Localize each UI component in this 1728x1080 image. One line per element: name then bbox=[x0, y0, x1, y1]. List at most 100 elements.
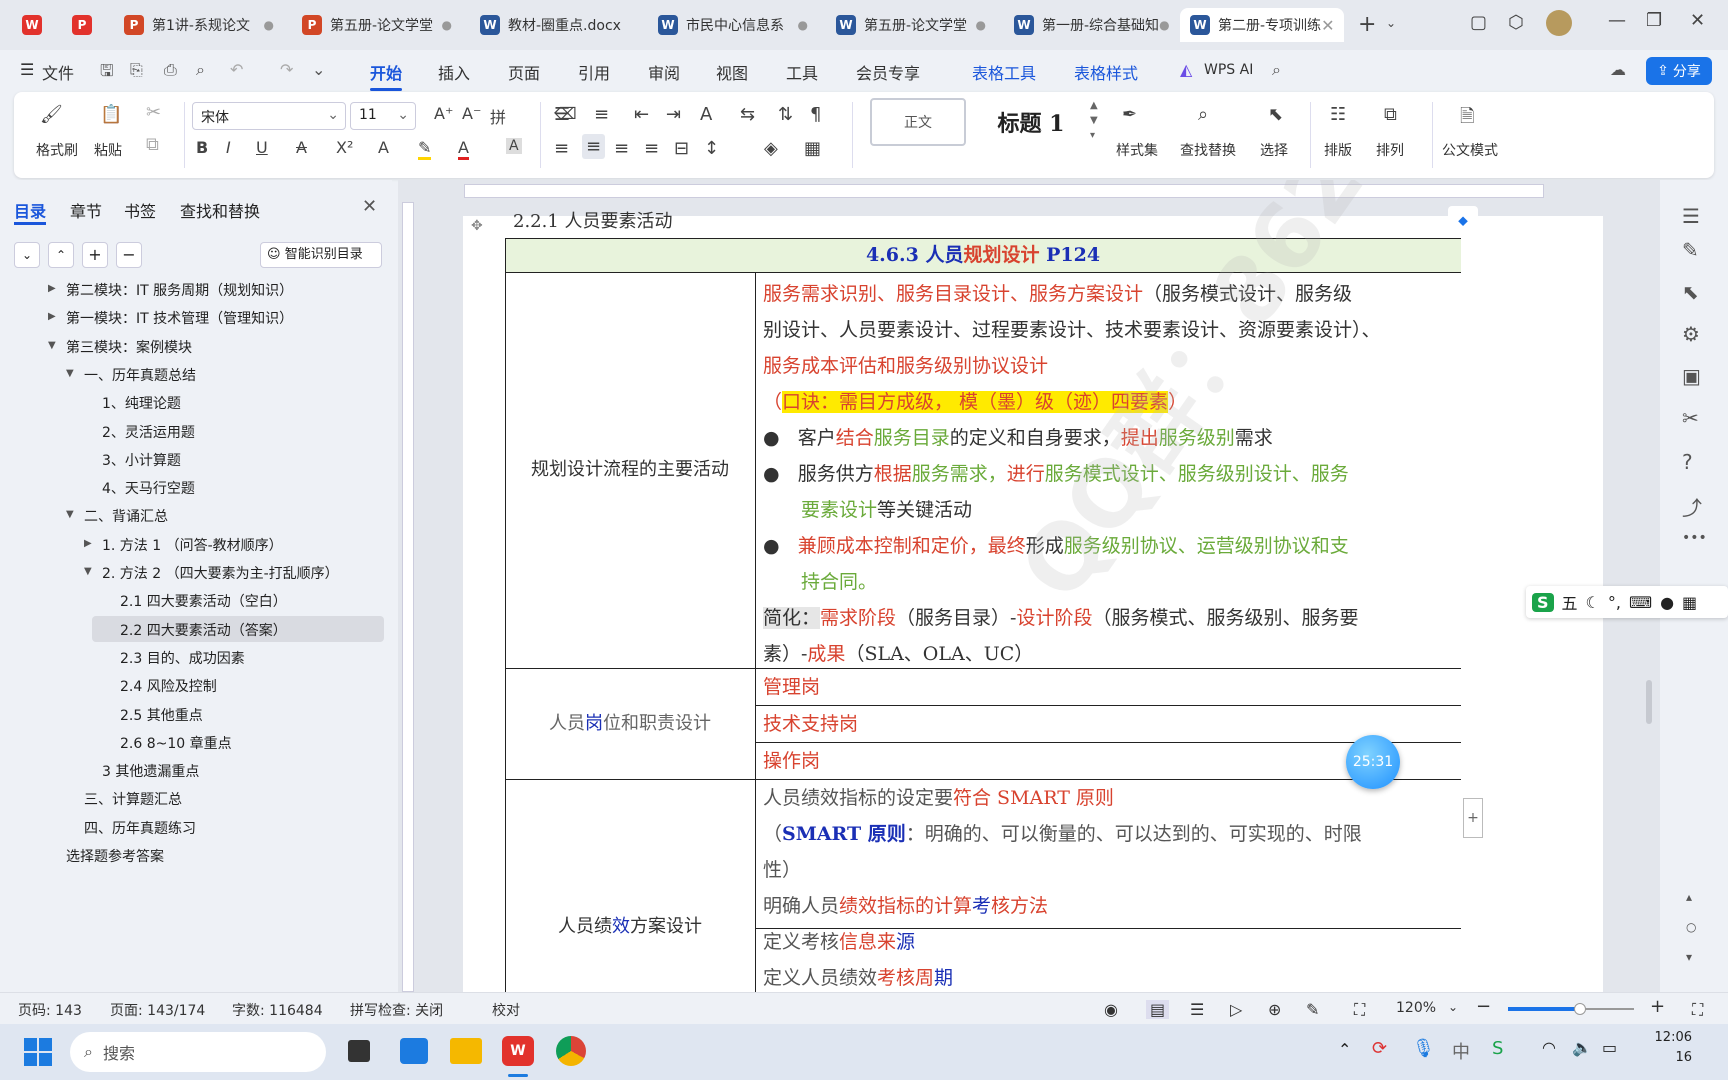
underline-icon[interactable]: U bbox=[256, 138, 268, 157]
file-explorer-icon[interactable] bbox=[450, 1038, 482, 1064]
help-icon[interactable]: ? bbox=[1682, 450, 1693, 474]
wps-taskbar-icon[interactable]: W bbox=[502, 1036, 534, 1066]
official-doc-icon[interactable]: 🗎 bbox=[1460, 104, 1474, 134]
style-heading1[interactable]: 标题 1 bbox=[976, 98, 1086, 146]
align-right-icon[interactable]: ≡ bbox=[614, 138, 629, 159]
collapse-arrow-icon[interactable]: ▶ bbox=[84, 538, 92, 549]
pointer-icon[interactable]: ⬉ bbox=[1682, 280, 1699, 304]
pen-icon[interactable]: ✎ bbox=[1306, 1000, 1319, 1019]
justify-icon[interactable]: ≡ bbox=[644, 138, 659, 159]
search-icon[interactable]: ⌕ bbox=[1272, 60, 1281, 80]
share-button[interactable]: ⇪ 分享 bbox=[1646, 57, 1712, 85]
line-spacing-icon[interactable]: ↕ bbox=[704, 138, 719, 159]
toc-item[interactable]: 2.3 目的、成功因素 bbox=[120, 648, 245, 668]
style-set-icon[interactable]: ✒ bbox=[1122, 104, 1137, 125]
table-move-handle-icon[interactable]: ✥ bbox=[471, 218, 483, 234]
hamburger-icon[interactable]: ☰ bbox=[20, 60, 34, 79]
chinese-layout-icon[interactable]: ⇆ bbox=[740, 104, 755, 125]
save-icon[interactable]: 🖫 bbox=[100, 60, 114, 87]
typeset-icon[interactable]: ☷ bbox=[1330, 104, 1346, 125]
menu-file[interactable]: 文件 bbox=[42, 60, 74, 84]
next-page-icon[interactable]: ▾ bbox=[1686, 950, 1692, 964]
doc-tab[interactable]: W 教材-圈重点.docx bbox=[470, 8, 640, 42]
menu-tools[interactable]: 工具 bbox=[786, 60, 818, 84]
eye-protect-icon[interactable]: ◉ bbox=[1104, 1000, 1118, 1019]
select-cursor-icon[interactable]: ⬉ bbox=[1268, 104, 1283, 125]
toc-item[interactable]: 3、小计算题 bbox=[102, 450, 181, 470]
menu-table-style[interactable]: 表格样式 bbox=[1074, 60, 1138, 84]
copy-icon[interactable]: ⧉ bbox=[146, 134, 159, 155]
text-direction-icon[interactable]: A bbox=[700, 104, 712, 125]
windows-start-icon[interactable] bbox=[24, 1038, 52, 1066]
expand-arrow-icon[interactable]: ▼ bbox=[66, 368, 74, 379]
timer-bubble[interactable]: 25:31 bbox=[1346, 735, 1400, 789]
zoom-in-button[interactable]: + bbox=[1650, 996, 1665, 1017]
toc-item[interactable]: 四、历年真题练习 bbox=[84, 818, 196, 838]
status-word-count[interactable]: 字数: 116484 bbox=[232, 1000, 323, 1020]
char-shading-icon[interactable]: A bbox=[506, 138, 522, 154]
image-edit-icon[interactable]: ▣ bbox=[1682, 364, 1701, 388]
toc-item[interactable]: 2.6 8~10 章重点 bbox=[120, 733, 232, 753]
paste-icon[interactable]: 📋 bbox=[100, 104, 122, 125]
close-window-icon[interactable]: ✕ bbox=[1690, 10, 1705, 31]
style-normal[interactable]: 正文 bbox=[870, 98, 966, 146]
distributed-icon[interactable]: ⊟ bbox=[674, 138, 689, 159]
doc-tab[interactable]: P 第五册-论文学堂 ● bbox=[292, 8, 462, 42]
toc-item[interactable]: 2. 方法 2 （四大要素为主-打乱顺序） bbox=[102, 563, 339, 583]
style-set-button[interactable]: 样式集 bbox=[1116, 140, 1158, 160]
expand-arrow-icon[interactable]: ▼ bbox=[48, 340, 56, 351]
sync-icon[interactable]: ⟳ bbox=[1372, 1038, 1387, 1059]
punctuation-icon[interactable]: °, bbox=[1608, 593, 1621, 612]
task-view-icon[interactable] bbox=[348, 1040, 370, 1062]
bullet-list-icon[interactable]: ☰ bbox=[554, 104, 570, 125]
numbered-list-icon[interactable]: ≡ bbox=[594, 104, 609, 125]
vertical-scrollbar-thumb[interactable] bbox=[1646, 680, 1652, 724]
doc-tab-active[interactable]: W 第二册-专项训练 ✕ bbox=[1180, 8, 1344, 42]
zoom-out-button[interactable]: − bbox=[1476, 996, 1491, 1017]
menu-review[interactable]: 审阅 bbox=[648, 60, 680, 84]
print-preview-icon[interactable]: ⌕ bbox=[196, 60, 205, 80]
font-size-select[interactable]: 11 ⌄ bbox=[350, 102, 416, 130]
doc-tab[interactable]: W 市民中心信息系 ● bbox=[648, 8, 818, 42]
bold-icon[interactable]: B bbox=[196, 138, 208, 157]
wifi-icon[interactable]: ◠ bbox=[1542, 1038, 1556, 1057]
toc-item[interactable]: 2.2 四大要素活动（答案） bbox=[120, 620, 287, 640]
toc-item[interactable]: 2.1 四大要素活动（空白） bbox=[120, 591, 287, 611]
ime-tray-icon[interactable]: 中 bbox=[1452, 1038, 1470, 1064]
italic-icon[interactable]: I bbox=[226, 138, 231, 157]
grid-icon[interactable]: ▦ bbox=[1682, 593, 1697, 612]
menu-reference[interactable]: 引用 bbox=[578, 60, 610, 84]
align-center-icon[interactable]: ≡ bbox=[582, 134, 606, 159]
share-doc-icon[interactable]: ⤴ bbox=[1682, 492, 1702, 521]
increase-indent-icon[interactable]: ⇥ bbox=[666, 104, 681, 125]
arrange-icon[interactable]: ⧉ bbox=[1384, 104, 1397, 125]
sogou-tray-icon[interactable]: S bbox=[1492, 1038, 1503, 1059]
add-heading-button[interactable]: + bbox=[82, 242, 108, 268]
widgets-icon[interactable] bbox=[400, 1038, 428, 1064]
close-tab-icon[interactable]: ✕ bbox=[1321, 16, 1334, 35]
paste-button[interactable]: 粘贴 bbox=[94, 140, 122, 160]
keyboard-icon[interactable]: ⌨ bbox=[1629, 593, 1652, 612]
menu-table-tools[interactable]: 表格工具 bbox=[972, 60, 1036, 84]
page-view-icon[interactable]: ▤ bbox=[1146, 1000, 1170, 1019]
toc-item[interactable]: 3 其他遗漏重点 bbox=[102, 761, 199, 781]
collapse-arrow-icon[interactable]: ▶ bbox=[48, 283, 56, 294]
toc-item[interactable]: 2、灵活运用题 bbox=[102, 422, 195, 442]
tools-icon[interactable]: ✂ bbox=[1682, 406, 1699, 430]
chevron-down-icon[interactable]: ⌄ bbox=[312, 60, 325, 79]
close-pane-icon[interactable]: ✕ bbox=[362, 196, 377, 217]
microphone-icon[interactable]: 🎙 bbox=[1412, 1038, 1435, 1059]
window-layout-icon[interactable]: ▢ bbox=[1470, 12, 1487, 33]
prev-page-icon[interactable]: ▴ bbox=[1686, 890, 1692, 904]
print-icon[interactable]: ⎙ bbox=[164, 60, 177, 80]
typeset-button[interactable]: 排版 bbox=[1324, 140, 1352, 160]
doc-tab[interactable]: W 第一册-综合基础知 ● bbox=[1004, 8, 1174, 42]
cloud-sync-icon[interactable]: ☁ bbox=[1610, 60, 1626, 79]
arrange-button[interactable]: 排列 bbox=[1376, 140, 1404, 160]
official-mode-button[interactable]: 公文模式 bbox=[1442, 140, 1498, 160]
outline-view-icon[interactable]: ☰ bbox=[1190, 1000, 1204, 1019]
wps-home-tab[interactable]: W bbox=[14, 8, 58, 42]
volume-icon[interactable]: 🔈 bbox=[1572, 1038, 1592, 1057]
status-page[interactable]: 页面: 143/174 bbox=[110, 1000, 205, 1020]
play-icon[interactable]: ▷ bbox=[1230, 1000, 1242, 1019]
